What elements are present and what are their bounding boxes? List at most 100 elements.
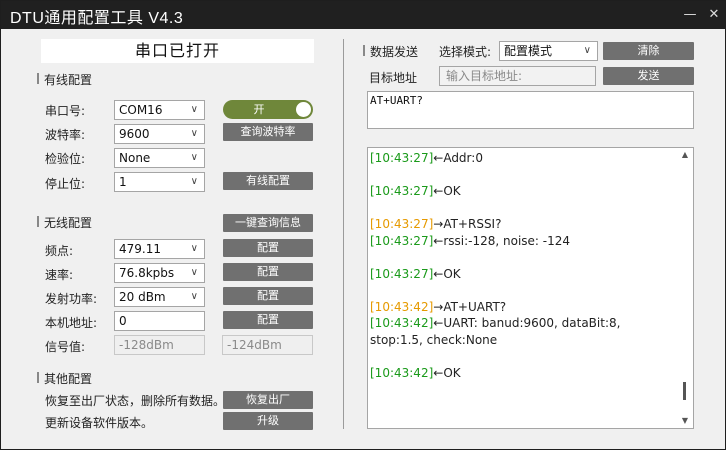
addr-config-button[interactable]: 配置 [223, 311, 313, 329]
wired-section-title: 有线配置 [44, 73, 93, 87]
power-value: 20 dBm [119, 290, 166, 304]
target-address-input[interactable]: 输入目标地址: [439, 66, 596, 86]
rssi-field: -128dBm [114, 335, 205, 355]
close-icon[interactable]: ✕ [699, 1, 726, 29]
log-line: [10:43:42]←OK [370, 365, 676, 382]
clear-button[interactable]: 清除 [603, 42, 694, 60]
panel-divider [343, 39, 344, 429]
rate-select[interactable]: 76.8kpbs ∨ [114, 263, 205, 283]
port-label: 串口号: [45, 104, 86, 118]
log-line: [10:43:27]←OK [370, 183, 676, 200]
log-timestamp: [10:43:27] [370, 266, 434, 281]
freq-config-button[interactable]: 配置 [223, 239, 313, 257]
port-open-toggle[interactable]: 开 [223, 100, 313, 119]
log-timestamp: [10:43:27] [370, 184, 434, 198]
scroll-up-icon[interactable]: ▲ [678, 149, 692, 161]
target-label: 目标地址 [369, 71, 418, 85]
wired-config-button[interactable]: 有线配置 [223, 172, 313, 190]
freq-value: 479.11 [119, 242, 161, 256]
section-marker [363, 45, 365, 56]
noise-field: -124dBm [222, 335, 313, 355]
log-timestamp: [10:43:42] [370, 316, 434, 330]
log-timestamp: [10:43:27] [370, 233, 434, 248]
log-timestamp: [10:43:27] [370, 151, 434, 165]
wireless-section-title: 无线配置 [44, 216, 93, 230]
port-value: COM16 [119, 103, 163, 117]
baud-select[interactable]: 9600 ∨ [114, 124, 205, 144]
parity-label: 检验位: [45, 152, 86, 166]
target-placeholder: 输入目标地址: [446, 69, 523, 83]
send-content: AT+UART? [370, 94, 423, 107]
log-line: [10:43:27]→AT+RSSI? [370, 216, 676, 233]
log-message: ←rssi:-128, noise: -124 [433, 233, 571, 248]
chevron-down-icon: ∨ [190, 104, 198, 115]
rate-label: 速率: [45, 268, 74, 282]
scroll-down-icon[interactable]: ▼ [678, 415, 692, 427]
mode-label: 选择模式: [439, 45, 492, 59]
stop-label: 停止位: [45, 177, 86, 191]
send-content-textarea[interactable]: AT+UART? [367, 91, 694, 129]
log-line: [10:43:27]←OK [370, 266, 676, 283]
factory-reset-button[interactable]: 恢复出厂 [223, 391, 313, 409]
mode-select[interactable]: 配置模式 ∨ [499, 41, 598, 61]
power-label: 发射功率: [45, 292, 98, 306]
upgrade-button[interactable]: 升级 [223, 412, 313, 430]
port-select[interactable]: COM16 ∨ [114, 100, 205, 120]
send-button[interactable]: 发送 [603, 67, 694, 85]
chevron-down-icon: ∨ [583, 45, 591, 56]
chevron-down-icon: ∨ [190, 152, 198, 163]
log-message: ←OK [433, 266, 461, 281]
other-section-title: 其他配置 [44, 372, 93, 386]
log-message: ←OK [433, 365, 461, 380]
reset-description: 恢复至出厂状态，删除所有数据。 [45, 394, 226, 408]
rssi-value: -128dBm [119, 338, 174, 352]
log-timestamp: [10:43:27] [370, 217, 434, 231]
baud-label: 波特率: [45, 128, 86, 142]
freq-select[interactable]: 479.11 ∨ [114, 239, 205, 259]
query-baud-button[interactable]: 查询波特率 [223, 123, 313, 141]
log-line: [10:43:42]←UART: banud:9600, dataBit:8, … [370, 315, 676, 348]
toggle-label: 开 [253, 103, 265, 116]
addr-label: 本机地址: [45, 316, 98, 330]
mode-value: 配置模式 [504, 44, 553, 58]
rate-config-button[interactable]: 配置 [223, 263, 313, 281]
section-marker [37, 73, 39, 84]
app-window: DTU通用配置工具 V4.3 — ✕ 串口已打开 有线配置 串口号: COM16… [0, 0, 726, 450]
chevron-down-icon: ∨ [190, 267, 198, 278]
power-config-button[interactable]: 配置 [223, 287, 313, 305]
log-scrollbar[interactable]: ▲ ▼ [678, 149, 692, 427]
send-section-title: 数据发送 [370, 45, 419, 59]
log-message: ←Addr:0 [433, 151, 483, 165]
window-title: DTU通用配置工具 V4.3 [10, 10, 184, 27]
parity-select[interactable]: None ∨ [114, 148, 205, 168]
addr-value: 0 [119, 314, 127, 328]
log-panel[interactable]: [10:43:27]←Addr:0 [10:43:27]←OK [10:43:2… [367, 147, 694, 429]
log-content: [10:43:27]←Addr:0 [10:43:27]←OK [10:43:2… [370, 150, 676, 381]
section-marker [37, 216, 39, 227]
stop-value: 1 [119, 175, 127, 189]
baud-value: 9600 [119, 127, 150, 141]
chevron-down-icon: ∨ [190, 128, 198, 139]
log-line: [10:43:27]←Addr:0 [370, 150, 676, 167]
parity-value: None [119, 151, 151, 165]
scroll-thumb[interactable] [683, 382, 686, 400]
addr-input[interactable]: 0 [114, 311, 205, 331]
log-message: ←OK [433, 184, 461, 198]
log-message: →AT+RSSI? [433, 217, 502, 231]
stop-select[interactable]: 1 ∨ [114, 172, 205, 192]
log-line: [10:43:27]←rssi:-128, noise: -124 [370, 233, 676, 250]
update-description: 更新设备软件版本。 [45, 416, 154, 430]
port-status: 串口已打开 [41, 39, 314, 63]
query-all-button[interactable]: 一键查询信息 [223, 214, 313, 232]
chevron-down-icon: ∨ [190, 176, 198, 187]
log-message: →AT+UART? [433, 299, 507, 314]
log-timestamp: [10:43:42] [370, 299, 434, 314]
rate-value: 76.8kpbs [119, 266, 175, 280]
chevron-down-icon: ∨ [190, 291, 198, 302]
power-select[interactable]: 20 dBm ∨ [114, 287, 205, 307]
noise-value: -124dBm [227, 338, 282, 352]
